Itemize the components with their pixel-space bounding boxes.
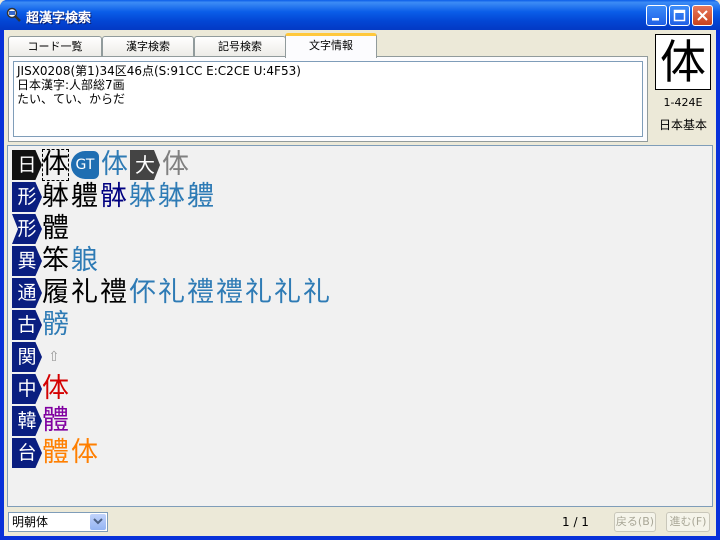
variant-char[interactable]: 礼 bbox=[71, 277, 98, 309]
dai-badge: 大 bbox=[130, 150, 160, 180]
title-bar[interactable]: 超漢字検索 bbox=[0, 0, 720, 30]
variant-char[interactable]: 骵 bbox=[100, 181, 127, 213]
variant-char[interactable]: 躰 bbox=[129, 181, 156, 213]
client-area: コード一覧 漢字検索 記号検索 文字情報 JISX0208(第1)34区46点(… bbox=[4, 30, 716, 536]
variant-row: 韓體 bbox=[12, 405, 71, 437]
variant-char[interactable]: 体 bbox=[71, 437, 98, 469]
variant-char[interactable]: 伓 bbox=[129, 277, 156, 309]
variant-char[interactable]: 体 bbox=[101, 149, 128, 181]
variant-char[interactable]: 體 bbox=[42, 437, 69, 469]
variant-type-badge: 通 bbox=[12, 278, 42, 308]
tab-code-list[interactable]: コード一覧 bbox=[8, 36, 102, 57]
maximize-icon bbox=[673, 9, 686, 22]
page-indicator: 1 / 1 bbox=[562, 515, 589, 529]
variant-char[interactable]: 礼 bbox=[245, 277, 272, 309]
variant-row: 形體 bbox=[12, 213, 71, 245]
char-category-label: 日本基本 bbox=[658, 118, 707, 132]
variant-type-badge: 古 bbox=[12, 310, 42, 340]
status-bar: 明朝体 1 / 1 戻る(B) 進む(F) bbox=[4, 510, 716, 534]
variant-char[interactable]: 禮 bbox=[100, 277, 127, 309]
gt-badge: GT bbox=[71, 151, 99, 179]
variant-char[interactable]: 髈 bbox=[42, 309, 69, 341]
variant-char[interactable]: 笨 bbox=[42, 245, 69, 277]
variant-type-badge: 異 bbox=[12, 246, 42, 276]
variant-row: 古髈 bbox=[12, 309, 71, 341]
variant-row: 台體体 bbox=[12, 437, 100, 469]
variant-type-badge: 韓 bbox=[12, 406, 42, 436]
variant-char[interactable]: 体 bbox=[162, 149, 189, 181]
variant-char[interactable]: 禮 bbox=[216, 277, 243, 309]
variant-row: 関 ⇧ bbox=[12, 341, 68, 373]
chevron-down-icon bbox=[93, 518, 103, 525]
variant-char[interactable]: 躰 bbox=[158, 181, 185, 213]
back-button[interactable]: 戻る(B) bbox=[614, 512, 656, 532]
variant-list: 日体 GT 体大体形躰軆骵躰躰軆形體異笨躴通履礼禮伓礼禮禮礼礼礼古髈関 ⇧ 中体韓體台體… bbox=[7, 145, 713, 507]
tab-symbol-search[interactable]: 記号検索 bbox=[194, 36, 286, 57]
variant-char[interactable]: 体 bbox=[42, 373, 69, 405]
variant-char[interactable]: 躴 bbox=[71, 245, 98, 277]
variant-char[interactable]: 軆 bbox=[187, 181, 214, 213]
variant-row: 中体 bbox=[12, 373, 71, 405]
variant-char[interactable]: 礼 bbox=[274, 277, 301, 309]
variant-type-badge: 形 bbox=[12, 182, 42, 212]
variant-char[interactable]: 躰 bbox=[42, 181, 69, 213]
variant-char[interactable]: 體 bbox=[42, 213, 69, 245]
info-line-radical: 日本漢字:人部総7画 bbox=[17, 78, 125, 92]
variant-type-badge: 台 bbox=[12, 438, 42, 468]
font-select-value: 明朝体 bbox=[12, 515, 49, 529]
close-icon bbox=[697, 10, 708, 21]
window-title: 超漢字検索 bbox=[26, 11, 92, 26]
variant-char[interactable]: 体 bbox=[42, 149, 69, 181]
variant-char[interactable]: 礼 bbox=[303, 277, 330, 309]
variant-type-badge: 中 bbox=[12, 374, 42, 404]
char-preview: 体 bbox=[655, 34, 711, 90]
variant-char[interactable]: ⇧ bbox=[42, 341, 66, 373]
variant-row: 異笨躴 bbox=[12, 245, 100, 277]
maximize-button[interactable] bbox=[669, 5, 690, 26]
variant-char[interactable]: 履 bbox=[42, 277, 69, 309]
variant-char[interactable]: 體 bbox=[42, 405, 69, 437]
font-select-dropdown[interactable] bbox=[90, 514, 106, 530]
variant-row: 通履礼禮伓礼禮禮礼礼礼 bbox=[12, 277, 332, 309]
minimize-button[interactable] bbox=[646, 5, 667, 26]
tab-char-info[interactable]: 文字情報 bbox=[285, 33, 377, 58]
variant-type-badge: 日 bbox=[12, 150, 42, 180]
info-line-code: JISX0208(第1)34区46点(S:91CC E:C2CE U:4F53) bbox=[17, 64, 301, 78]
variant-type-badge: 形 bbox=[12, 214, 42, 244]
variant-type-badge: 関 bbox=[12, 342, 42, 372]
forward-button[interactable]: 進む(F) bbox=[666, 512, 710, 532]
app-window: 超漢字検索 コード一覧 漢字検索 記号検索 文字情報 JISX0208(第1)3… bbox=[0, 0, 720, 540]
variant-char[interactable]: 軆 bbox=[71, 181, 98, 213]
info-line-reading: たい、てい、からだ bbox=[17, 92, 126, 106]
app-icon bbox=[6, 7, 21, 22]
font-select[interactable]: 明朝体 bbox=[8, 512, 108, 532]
tab-kanji-search[interactable]: 漢字検索 bbox=[102, 36, 194, 57]
char-info-text[interactable]: JISX0208(第1)34区46点(S:91CC E:C2CE U:4F53)… bbox=[13, 61, 643, 137]
variant-row: 形躰軆骵躰躰軆 bbox=[12, 181, 216, 213]
variant-char[interactable]: 礼 bbox=[158, 277, 185, 309]
variant-row: 日体 GT 体大体 bbox=[12, 149, 191, 181]
minimize-icon bbox=[652, 18, 659, 21]
char-code-label: 1-424E bbox=[663, 96, 703, 109]
char-info-panel: JISX0208(第1)34区46点(S:91CC E:C2CE U:4F53)… bbox=[8, 56, 648, 142]
variant-char[interactable]: 禮 bbox=[187, 277, 214, 309]
close-button[interactable] bbox=[692, 5, 713, 26]
